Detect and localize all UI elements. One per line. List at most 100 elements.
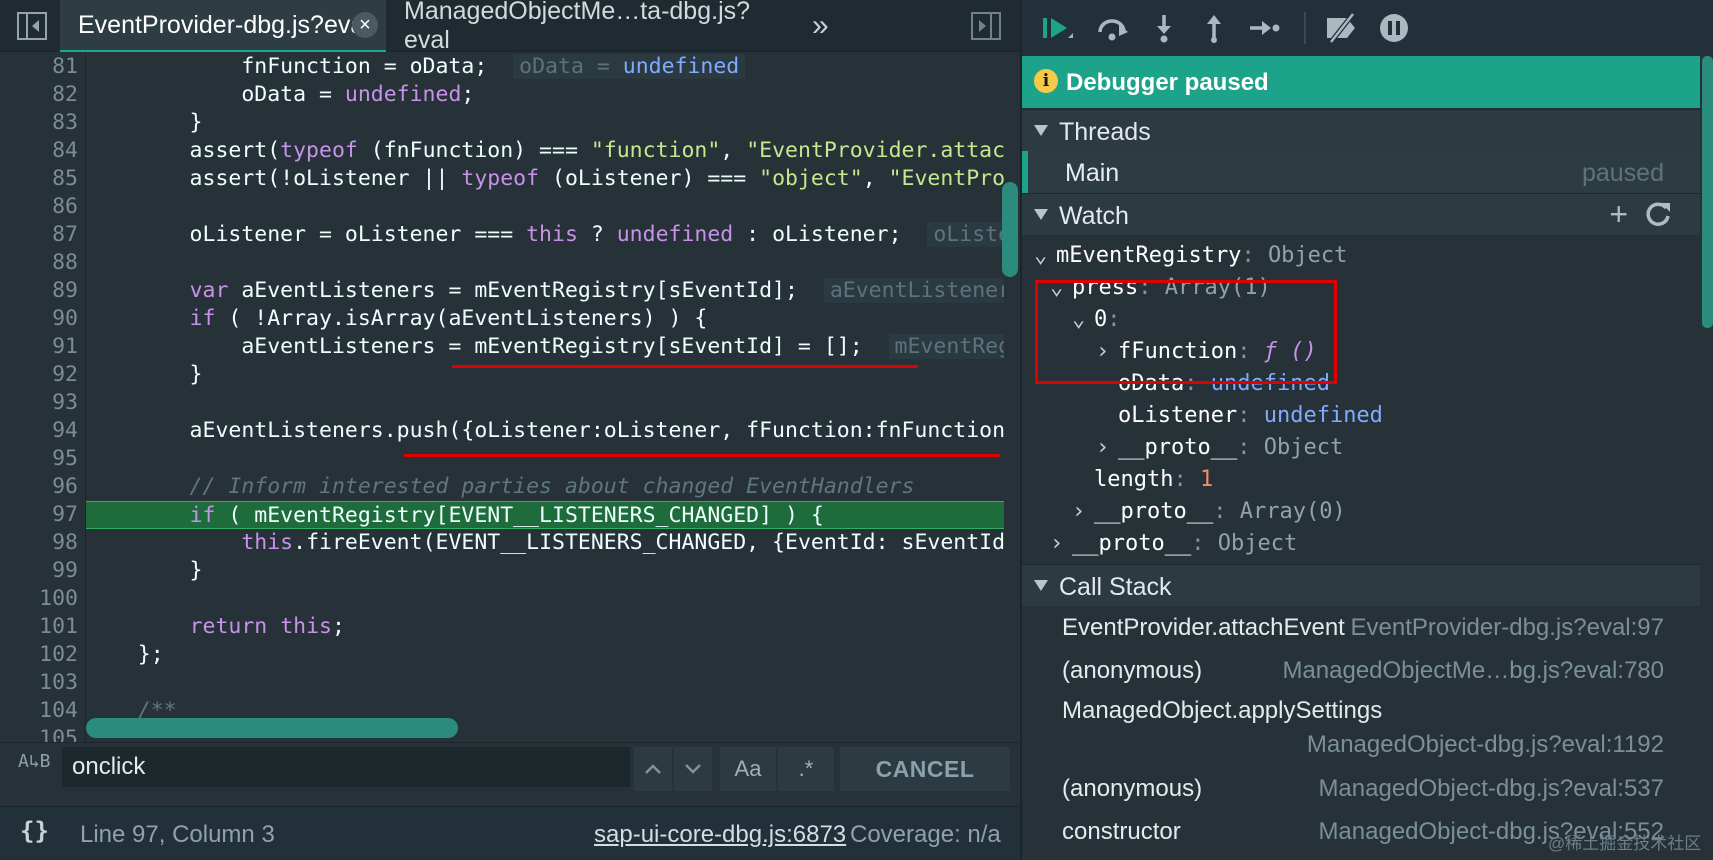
code-line: this.fireEvent(EVENT__LISTENERS_CHANGED,… (241, 530, 1004, 555)
step-out-button[interactable] (1194, 10, 1234, 46)
thread-item-main[interactable]: Main paused (1022, 151, 1700, 193)
line-number[interactable]: 91 (0, 333, 78, 361)
watch-row: length: 1 (1094, 467, 1214, 492)
refresh-icon[interactable] (1644, 200, 1672, 235)
code-line: assert(typeof (fnFunction) === "function… (86, 138, 1004, 163)
watch-row[interactable]: ⌄ mEventRegistry: Object (1034, 240, 1347, 272)
source-tab-bar: EventProvider-dbg.js?eval × ManagedObjec… (0, 0, 1020, 54)
line-number[interactable]: 102 (0, 641, 78, 669)
line-number[interactable]: 93 (0, 389, 78, 417)
line-number[interactable]: 94 (0, 417, 78, 445)
line-number[interactable]: 84 (0, 137, 78, 165)
watch-row[interactable]: › __proto__: Object (1050, 528, 1297, 560)
pause-icon (1380, 14, 1408, 42)
chevron-right-icon[interactable]: › (1072, 496, 1094, 528)
sidebar-scrollbar[interactable] (1702, 56, 1713, 328)
line-number[interactable]: 87 (0, 221, 78, 249)
more-tabs-icon[interactable]: » (812, 0, 852, 52)
watch-section-header[interactable]: Watch + (1022, 193, 1700, 235)
line-number[interactable]: 86 (0, 193, 78, 221)
inline-value-preview: aEventListeners = undefined (823, 278, 1004, 303)
call-frame-location: ManagedObject-dbg.js?eval:537 (1318, 775, 1664, 802)
pretty-print-icon[interactable]: {} (20, 817, 49, 845)
threads-section-header[interactable]: Threads (1022, 109, 1700, 151)
coverage-status: Coverage: n/a (850, 821, 1001, 848)
tab-eventprovider[interactable]: EventProvider-dbg.js?eval × (60, 0, 386, 52)
call-stack-label: Call Stack (1059, 573, 1172, 601)
thread-name: Main (1065, 159, 1120, 187)
line-number[interactable]: 97 (0, 501, 78, 529)
step-over-icon (1098, 19, 1128, 41)
step-over-button[interactable] (1092, 10, 1132, 46)
line-number[interactable]: 82 (0, 81, 78, 109)
code-editor[interactable]: 81 82 83 84 85 86 87 88 89 90 91 92 93 9… (0, 52, 1020, 742)
line-number[interactable]: 83 (0, 109, 78, 137)
debugger-toolbar (1022, 0, 1713, 56)
annotation-highlight-box (1035, 280, 1337, 384)
search-mode-icon: A↳B (18, 751, 51, 772)
watch-row[interactable]: › __proto__: Object (1096, 432, 1343, 464)
resume-icon (1043, 18, 1073, 38)
call-frame-location: ManagedObjectMe…bg.js?eval:780 (1282, 657, 1664, 684)
code-line: fnFunction = oData; oData = undefined (86, 53, 1004, 81)
editor-vertical-scrollbar[interactable] (1002, 182, 1018, 277)
search-input[interactable] (62, 747, 630, 787)
line-number[interactable]: 90 (0, 305, 78, 333)
editor-horizontal-scrollbar[interactable] (86, 718, 458, 738)
debugger-sidebar: i Debugger paused Threads Main paused Wa… (1020, 0, 1713, 860)
line-number[interactable]: 103 (0, 669, 78, 697)
toggle-sources-sidebar-icon[interactable] (14, 8, 50, 44)
resume-button[interactable] (1038, 10, 1078, 46)
line-number[interactable]: 88 (0, 249, 78, 277)
current-execution-line: if ( mEventRegistry[EVENT__LISTENERS_CHA… (86, 501, 1004, 529)
line-number[interactable]: 92 (0, 361, 78, 389)
line-number[interactable]: 100 (0, 585, 78, 613)
line-number[interactable]: 104 (0, 697, 78, 725)
match-case-toggle[interactable]: Aa (720, 747, 776, 791)
chevron-right-icon[interactable]: › (1096, 432, 1118, 464)
line-number[interactable]: 98 (0, 529, 78, 557)
chevron-right-icon[interactable]: › (1050, 528, 1072, 560)
line-number[interactable]: 99 (0, 557, 78, 585)
close-icon[interactable]: × (352, 12, 378, 38)
annotation-underline (404, 454, 1000, 457)
line-number[interactable]: 105 (0, 725, 78, 742)
tab-eventprovider-label: EventProvider-dbg.js?eval (78, 10, 370, 39)
editor-status-bar: {} Line 97, Column 3 sap-ui-core-dbg.js:… (0, 806, 1020, 860)
toggle-debugger-sidebar-icon[interactable] (968, 8, 1004, 44)
line-number[interactable]: 85 (0, 165, 78, 193)
tab-managedobjectmetadata[interactable]: ManagedObjectMe…ta-dbg.js?eval (386, 0, 786, 54)
chevron-down-icon[interactable]: ⌄ (1034, 240, 1056, 272)
code-line: assert(!oListener || typeof (oListener) … (86, 166, 1004, 191)
cancel-button[interactable]: CANCEL (840, 747, 1010, 791)
call-frame-location: ManagedObject-dbg.js?eval:1192 (1306, 731, 1664, 758)
line-number[interactable]: 96 (0, 473, 78, 501)
breakpoints-toggle-icon (1327, 12, 1355, 44)
line-number[interactable]: 89 (0, 277, 78, 305)
line-number[interactable]: 81 (0, 53, 78, 81)
line-number[interactable]: 95 (0, 445, 78, 473)
search-next-button[interactable] (674, 747, 712, 791)
watch-row[interactable]: › __proto__: Array(0) (1072, 496, 1346, 528)
call-frame-function: (anonymous) (1062, 657, 1203, 684)
source-map-link[interactable]: sap-ui-core-dbg.js:6873 (594, 821, 846, 849)
pause-on-exceptions-button[interactable] (1374, 10, 1414, 46)
call-stack-section-header[interactable]: Call Stack (1022, 564, 1700, 606)
code-line: } (86, 110, 203, 135)
deactivate-breakpoints-button[interactable] (1322, 10, 1362, 46)
step-into-button[interactable] (1144, 10, 1184, 46)
code-line: var aEventListeners = mEventRegistry[sEv… (86, 277, 1004, 305)
add-watch-icon[interactable]: + (1609, 196, 1628, 233)
regex-toggle[interactable]: .* (778, 747, 834, 791)
search-previous-button[interactable] (634, 747, 672, 791)
annotation-underline (452, 365, 918, 368)
call-stack-list: EventProvider.attachEvent EventProvider-… (1022, 610, 1700, 860)
step-button[interactable] (1244, 10, 1284, 46)
toolbar-divider (1304, 12, 1306, 44)
step-into-icon (1157, 15, 1171, 43)
line-number[interactable]: 101 (0, 613, 78, 641)
